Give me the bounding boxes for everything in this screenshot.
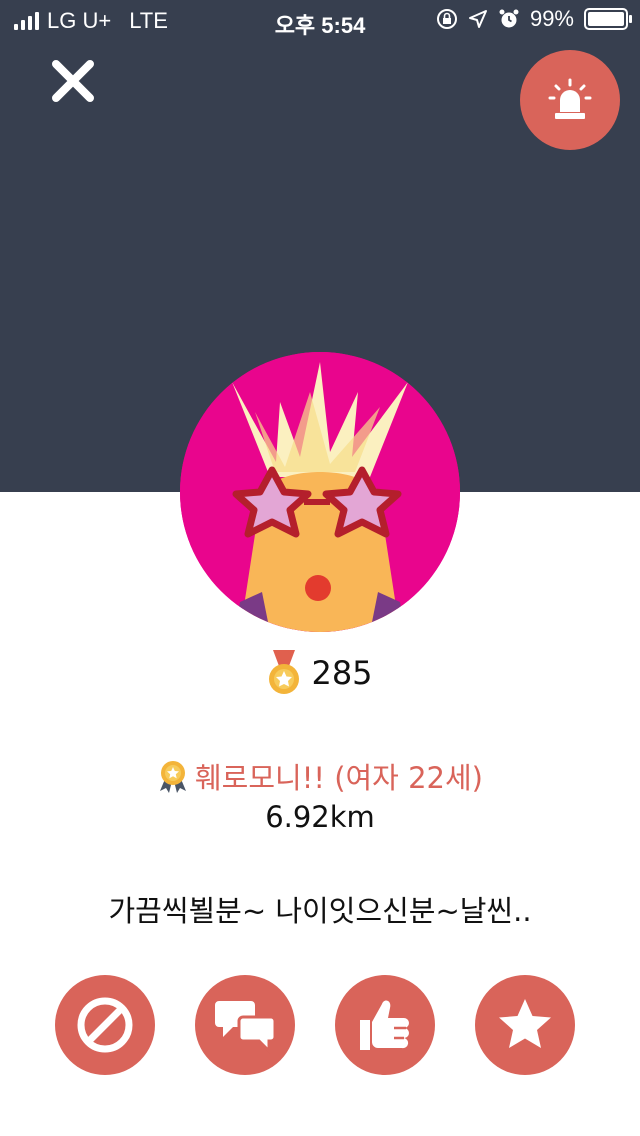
battery-icon: [584, 8, 632, 30]
badge-ribbon-icon: [160, 761, 186, 793]
name-row: 훼로모니!! (여자 22세): [0, 755, 640, 797]
profile-message: 가끔씩뵐분~ 나이잇으신분~날씬..: [108, 894, 532, 928]
distance-label: 6.92km: [265, 800, 375, 834]
alarm-clock-icon: [499, 9, 519, 28]
status-bar: LG U+ LTE 오후 5:54 99%: [0, 0, 640, 40]
user-name-age: 훼로모니!! (여자 22세): [195, 761, 483, 795]
medal-icon: [269, 650, 300, 694]
points-value: 285: [311, 654, 373, 692]
rotation-lock-icon: [436, 9, 457, 29]
battery-fill: [588, 12, 624, 26]
battery-percent: 99%: [529, 6, 574, 31]
block-button[interactable]: [55, 975, 155, 1075]
chat-button[interactable]: [195, 975, 295, 1075]
chat-bubbles-icon: [215, 1001, 277, 1055]
report-button[interactable]: [520, 50, 620, 150]
star-icon: [499, 999, 551, 1048]
status-right: 99%: [436, 6, 632, 32]
close-icon: [52, 60, 94, 102]
location-arrow-icon: [468, 10, 487, 28]
favorite-button[interactable]: [475, 975, 575, 1075]
siren-icon: [548, 78, 592, 119]
block-icon: [77, 997, 133, 1053]
thumbs-up-icon: [360, 1000, 409, 1050]
close-button[interactable]: [48, 56, 98, 106]
points-row: 285: [0, 650, 640, 696]
avatar-illustration: [180, 352, 460, 632]
like-button[interactable]: [335, 975, 435, 1075]
profile-avatar[interactable]: [180, 352, 460, 632]
